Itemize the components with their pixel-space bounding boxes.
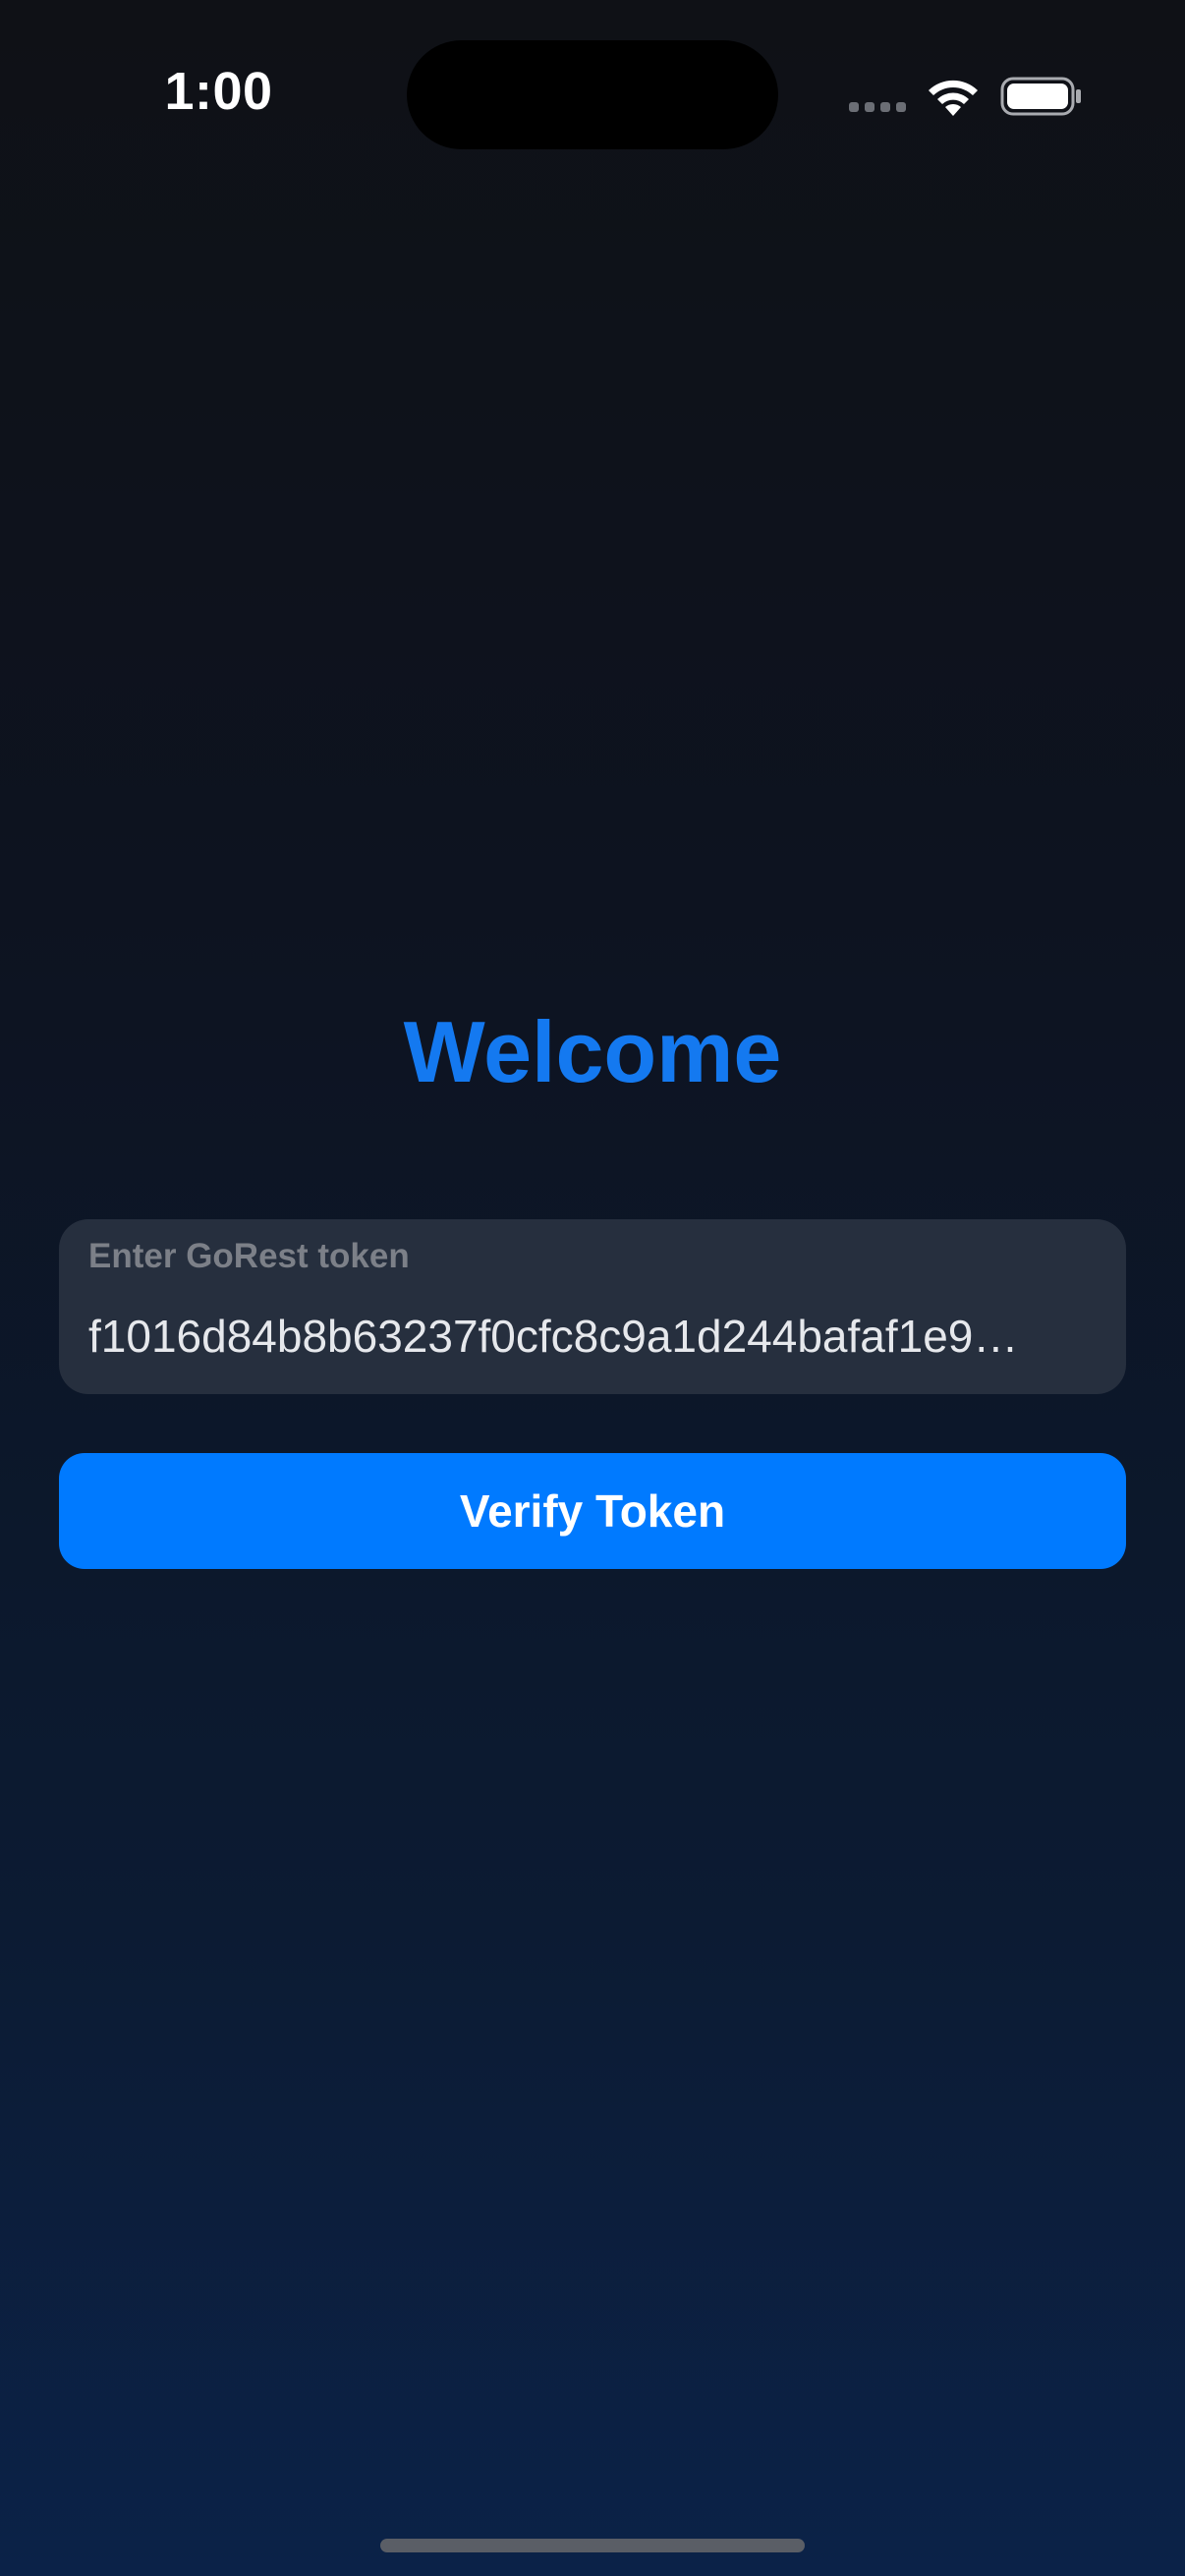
page-title: Welcome — [403, 1003, 782, 1100]
token-input[interactable]: f1016d84b8b63237f0cfc8c9a1d244bafaf1e9… — [88, 1310, 1097, 1363]
wifi-icon — [929, 80, 978, 116]
dynamic-island — [407, 40, 778, 149]
verify-token-button[interactable]: Verify Token — [59, 1453, 1126, 1569]
status-bar: 1:00 — [0, 0, 1185, 149]
battery-icon — [1000, 77, 1081, 116]
cellular-signal-icon — [849, 102, 908, 116]
home-indicator[interactable] — [380, 2539, 805, 2552]
token-input-field[interactable]: Enter GoRest token f1016d84b8b63237f0cfc… — [59, 1219, 1126, 1394]
status-time: 1:00 — [164, 62, 273, 121]
token-field-label: Enter GoRest token — [88, 1237, 410, 1275]
